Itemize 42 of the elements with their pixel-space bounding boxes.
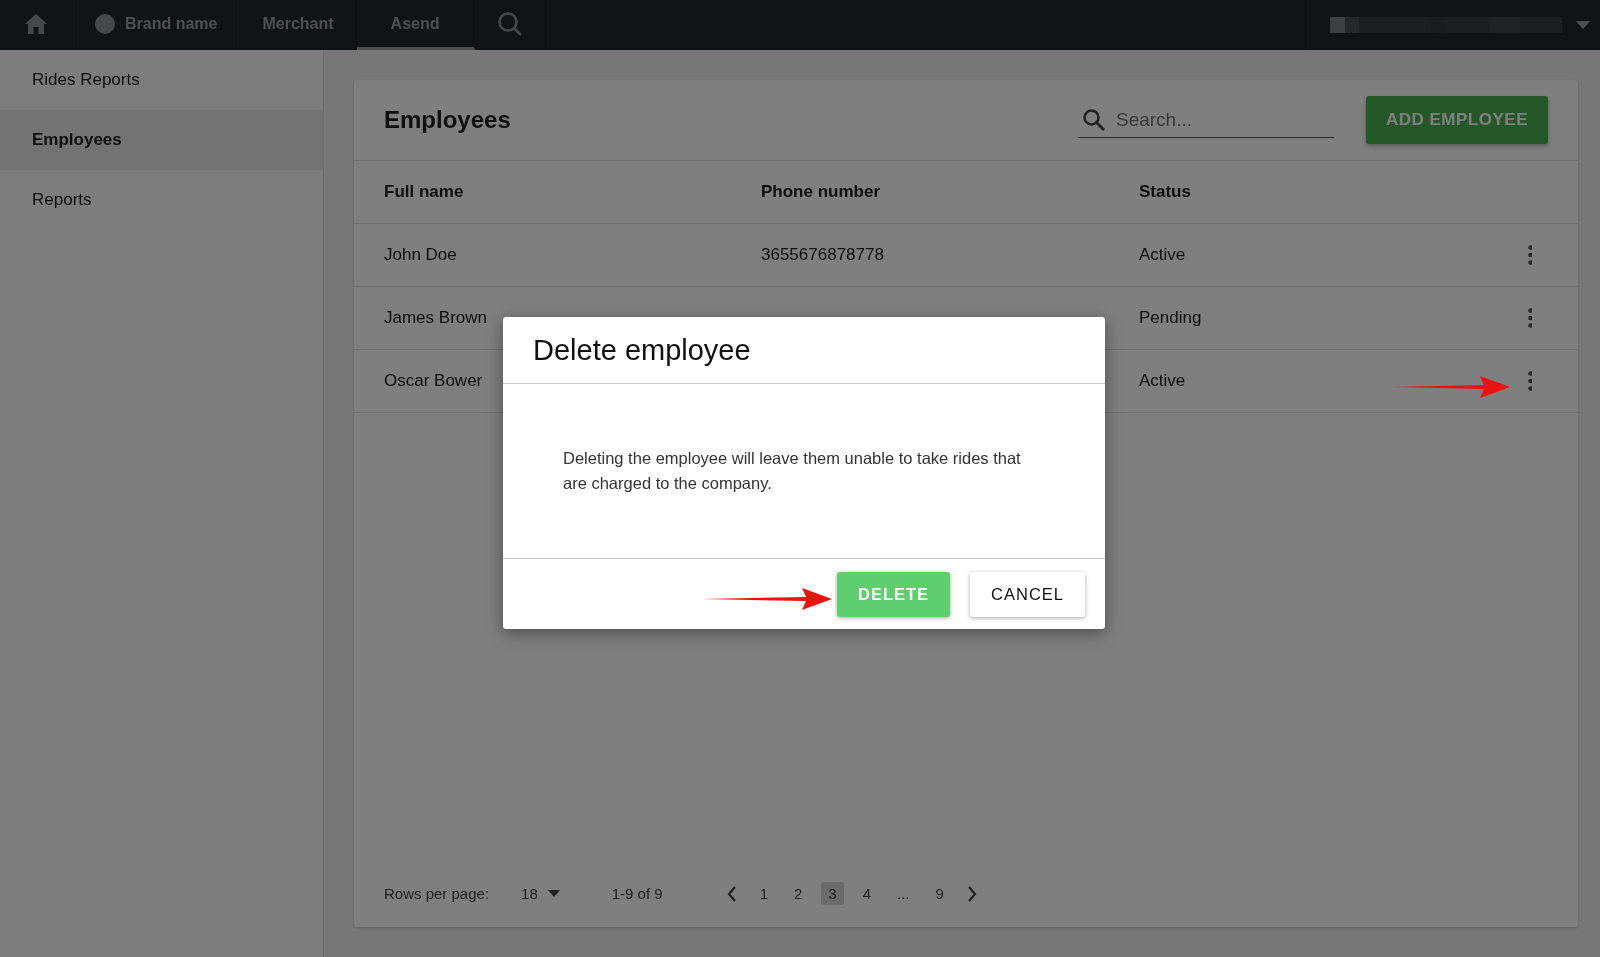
dialog-title: Delete employee — [503, 317, 1105, 384]
page-range: 1-9 of 9 — [611, 885, 663, 902]
caret-icon[interactable] — [1576, 21, 1590, 29]
column-header: Status — [1139, 182, 1191, 202]
add-employee-button[interactable]: ADD EMPLOYEE — [1365, 96, 1548, 144]
sidebar-item[interactable]: Rides Reports — [0, 50, 323, 110]
caret-icon — [547, 890, 560, 897]
home-icon — [24, 12, 48, 35]
more-icon — [1528, 308, 1532, 328]
more-icon — [1528, 371, 1532, 391]
sidebar-item[interactable]: Reports — [0, 170, 323, 230]
table-cell: Active — [1139, 371, 1186, 391]
nav-tab[interactable]: Asend — [356, 0, 475, 50]
table-cell: Pending — [1139, 308, 1202, 328]
page-button[interactable]: 4 — [855, 882, 878, 905]
table-cell: Oscar Bower — [384, 371, 483, 391]
table-cell: 3655676878778 — [761, 245, 884, 265]
page-button[interactable]: 2 — [786, 882, 810, 905]
table-cell: John Doe — [384, 245, 457, 265]
brand-name: Brand name — [125, 14, 218, 33]
dialog-message: Deleting the employee will leave them unable to take rides that are charged to the company. — [563, 448, 1022, 494]
column-header: Phone number — [761, 182, 880, 202]
sidebar-item[interactable]: Employees — [0, 110, 323, 170]
rows-per-page-label: Rows per page: — [384, 885, 490, 902]
search-icon — [496, 10, 523, 37]
page-button[interactable]: 3 — [821, 882, 844, 905]
page-button[interactable]: ... — [890, 882, 917, 905]
table-cell: Active — [1139, 245, 1186, 265]
brand-logo-icon — [95, 13, 115, 34]
page-title: Employees — [384, 106, 512, 134]
cancel-button[interactable]: CANCEL — [970, 572, 1085, 617]
column-header: Full name — [384, 182, 464, 202]
page-button[interactable]: 1 — [752, 882, 775, 905]
rows-per-page-select[interactable]: 18 — [515, 884, 566, 903]
page-button[interactable]: 9 — [928, 882, 951, 905]
table-cell: James Brown — [384, 308, 487, 328]
chevron-right-icon — [966, 885, 977, 902]
chevron-left-icon — [726, 885, 737, 902]
search-icon — [1081, 107, 1106, 132]
search-field[interactable]: Search... — [1115, 102, 1316, 137]
more-icon — [1528, 245, 1532, 265]
delete-button[interactable]: DELETE — [836, 572, 951, 617]
